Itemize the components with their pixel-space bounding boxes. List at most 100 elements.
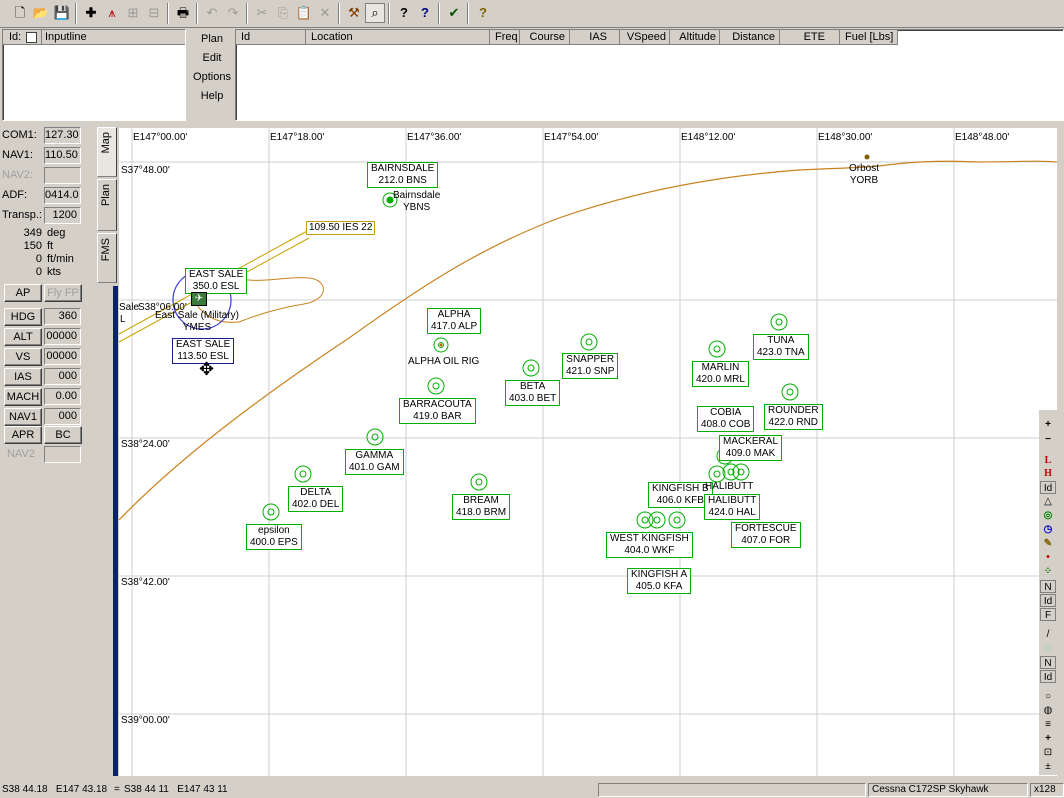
help-context-icon[interactable]: ? [415, 3, 435, 23]
navaid-mackeral[interactable]: MACKERAL 409.0 MAK [719, 435, 783, 461]
transponder-value[interactable]: 1200 [44, 207, 81, 224]
col-location[interactable]: Location [306, 30, 490, 45]
col-altitude[interactable]: Altitude [670, 30, 720, 45]
intersection-icon[interactable]: △ [1040, 495, 1056, 508]
tab-map[interactable]: Map [97, 127, 117, 177]
nav2-ap-value[interactable] [44, 446, 81, 463]
fly-fp-button[interactable]: Fly FP [44, 284, 82, 302]
help-icon[interactable]: ? [394, 3, 414, 23]
navaid-marlin[interactable]: MARLIN 420.0 MRL [692, 361, 749, 387]
redo-icon[interactable]: ↷ [223, 3, 243, 23]
mach-value[interactable]: 0.00 [44, 388, 81, 405]
col-freq[interactable]: Freq [490, 30, 520, 45]
navaid-bairnsdale[interactable]: BAIRNSDALE 212.0 BNS [367, 162, 439, 188]
marker-icon[interactable]: • [1040, 551, 1056, 564]
navaid-halibutt[interactable]: HALIBUTT 424.0 HAL [704, 494, 761, 520]
center-icon[interactable]: + [1040, 732, 1056, 745]
route-icon[interactable]: / [1040, 628, 1056, 641]
save-icon[interactable]: 💾 [52, 3, 72, 23]
menu-edit[interactable]: Edit [190, 49, 234, 68]
col-fuel[interactable]: Fuel [Lbs] [840, 30, 898, 45]
aircraft-icon[interactable]: ✈ [191, 292, 207, 306]
freq-toggle-icon[interactable]: F [1040, 608, 1056, 621]
water-icon[interactable]: ◌ [1040, 642, 1056, 655]
check-user-icon[interactable]: ✔ [444, 3, 464, 23]
airport-bairnsdale[interactable]: Bairnsdale YBNS [393, 190, 440, 214]
low-airways-icon[interactable]: L [1040, 454, 1056, 467]
col-distance[interactable]: Distance [720, 30, 780, 45]
frame-icon[interactable]: ⊡ [1040, 746, 1056, 759]
navaid-bream[interactable]: BREAM 418.0 BRM [452, 494, 511, 520]
ias-button[interactable]: IAS [4, 368, 42, 386]
print-icon[interactable]: 🖶 [173, 3, 193, 23]
mach-button[interactable]: MACH [4, 388, 42, 406]
navaid-beta[interactable]: BETA 403.0 BET [505, 380, 561, 406]
navaid-kingfish-a[interactable]: KINGFISH A 405.0 KFA [627, 568, 692, 594]
menu-plan[interactable]: Plan [190, 30, 234, 49]
menu-help[interactable]: Help [190, 87, 234, 106]
airport-east-sale[interactable]: East Sale (Military) YMES [155, 310, 239, 334]
zoom-in-icon[interactable]: + [1040, 418, 1056, 431]
navaid-west-kingfish[interactable]: WEST KINGFISH 404.0 WKF [606, 532, 693, 558]
ndb-icon[interactable]: ◎ [1040, 509, 1056, 522]
menu-options[interactable]: Options [190, 68, 234, 87]
copy-icon[interactable]: ⎘ [273, 3, 293, 23]
alt-value[interactable]: 00000 [44, 328, 81, 345]
bc-button[interactable]: BC [44, 426, 82, 444]
id-checkbox[interactable] [26, 32, 37, 43]
tools-hammer-icon[interactable]: ⚒ [344, 3, 364, 23]
navaid-delta[interactable]: DELTA 402.0 DEL [288, 486, 344, 512]
navaid-gamma[interactable]: GAMMA 401.0 GAM [345, 449, 404, 475]
navaid-rounder[interactable]: ROUNDER 422.0 RND [764, 404, 823, 430]
tab-fms[interactable]: FMS [97, 233, 117, 283]
search-map-icon[interactable]: ⌕ [365, 3, 385, 23]
adf-value[interactable]: 0414.0 [44, 187, 81, 204]
paste-icon[interactable]: 📋 [294, 3, 314, 23]
nav2-value[interactable] [44, 167, 81, 184]
vs-value[interactable]: 00000 [44, 348, 81, 365]
col-ias[interactable]: IAS [570, 30, 620, 45]
runway-icon[interactable]: ⁘ [1040, 565, 1056, 578]
navaid-epsilon[interactable]: epsilon 400.0 EPS [246, 524, 302, 550]
circle-tool-icon[interactable]: ○ [1040, 690, 1056, 703]
navaid-east-sale-ndb[interactable]: EAST SALE 350.0 ESL [185, 268, 248, 294]
new-file-icon[interactable]: 🗋 [10, 3, 30, 23]
name-toggle-icon-2[interactable]: N [1040, 656, 1056, 669]
hdg-value[interactable]: 360 [44, 308, 81, 325]
airway-id-icon[interactable]: Id [1040, 481, 1056, 494]
apr-button[interactable]: APR [4, 426, 42, 444]
insert-icon[interactable]: ⊞ [123, 3, 143, 23]
tab-plan[interactable]: Plan [97, 179, 117, 231]
nav1-button[interactable]: NAV1 [4, 408, 42, 426]
map-canvas[interactable]: E147°00.00' E147°18.00' E147°36.00' E147… [119, 128, 1057, 776]
navaid-alpha[interactable]: ALPHA 417.0 ALP [427, 308, 482, 334]
vor-icon[interactable]: ◷ [1040, 523, 1056, 536]
navaid-tuna[interactable]: TUNA 423.0 TNA [753, 334, 809, 360]
list-icon[interactable]: ≡ [1040, 718, 1056, 731]
balloon-icon[interactable]: ◍ [1040, 704, 1056, 717]
airport-orbost[interactable]: Orbost YORB [849, 163, 879, 187]
navaid-cobia[interactable]: COBIA 408.0 COB [697, 406, 755, 432]
delete-icon[interactable]: ✕ [315, 3, 335, 23]
high-airways-icon[interactable]: H [1040, 467, 1056, 480]
id-toggle-icon-2[interactable]: Id [1040, 670, 1056, 683]
hdg-button[interactable]: HDG [4, 308, 42, 326]
about-icon[interactable]: ? [473, 3, 493, 23]
com1-value[interactable]: 127.30 [44, 127, 81, 144]
col-ete[interactable]: ETE [780, 30, 840, 45]
add-icon[interactable]: ✚ [81, 3, 101, 23]
ap-button[interactable]: AP [4, 284, 42, 302]
scale-icon[interactable]: ± [1040, 760, 1056, 773]
zoom-out-icon[interactable]: − [1040, 433, 1056, 446]
flight-plan-icon[interactable]: ⩚ [102, 3, 122, 23]
nav1-course-value[interactable]: 000 [44, 408, 81, 425]
cut-icon[interactable]: ✂ [252, 3, 272, 23]
open-folder-icon[interactable]: 📂 [31, 3, 51, 23]
alt-button[interactable]: ALT [4, 328, 42, 346]
col-vspeed[interactable]: VSpeed [620, 30, 670, 45]
undo-icon[interactable]: ↶ [202, 3, 222, 23]
navaid-kingfish-b[interactable]: KINGFISH B 406.0 KFB [648, 482, 713, 508]
navaid-snapper[interactable]: SNAPPER 421.0 SNP [562, 353, 619, 379]
ils-icon[interactable]: ✎ [1040, 537, 1056, 550]
ias-value[interactable]: 000 [44, 368, 81, 385]
